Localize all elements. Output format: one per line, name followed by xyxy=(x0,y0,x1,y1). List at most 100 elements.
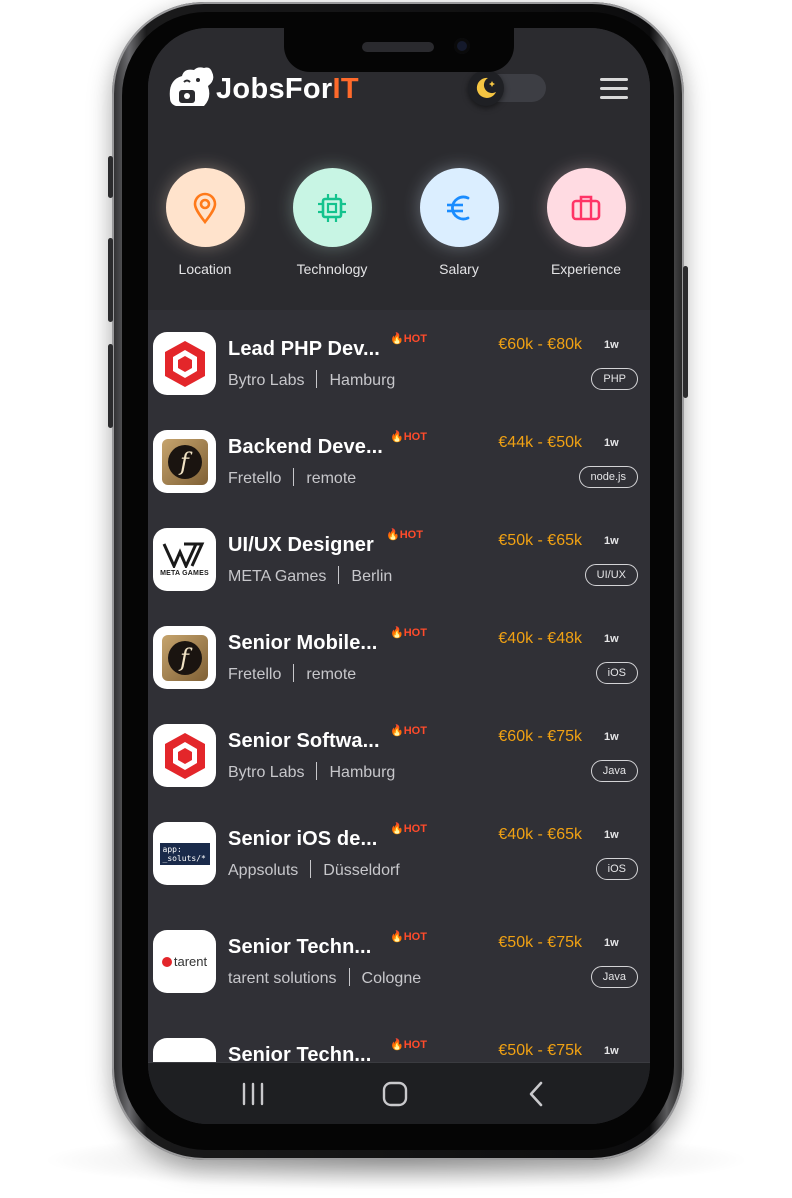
salary-range: €50k - €75k xyxy=(498,1042,582,1059)
hot-badge: 🔥HOT xyxy=(390,431,427,443)
hot-badge: 🔥HOT xyxy=(390,1039,427,1051)
company-logo xyxy=(153,1038,216,1062)
company-logo: f xyxy=(153,430,216,493)
tech-tag[interactable]: iOS xyxy=(595,858,638,880)
tech-tag[interactable]: Java xyxy=(590,966,638,988)
fire-icon: 🔥 xyxy=(386,529,400,541)
salary-range: €44k - €50k xyxy=(498,434,582,451)
job-title: UI/UX Designer xyxy=(228,534,374,556)
meta-separator xyxy=(348,968,350,986)
tech-tag[interactable]: iOS xyxy=(595,662,638,684)
category-experience[interactable]: Experience xyxy=(531,168,641,277)
category-label: Location xyxy=(178,261,232,277)
job-location: Düsseldorf xyxy=(323,862,400,879)
mute-switch xyxy=(108,156,113,198)
job-title: Senior Softwa... xyxy=(228,730,380,752)
fire-icon: 🔥 xyxy=(390,823,404,835)
salary-range: €40k - €48k xyxy=(498,630,582,647)
posted-age: 1w xyxy=(604,535,619,547)
company-logo xyxy=(153,332,216,395)
category-label: Technology xyxy=(296,261,368,277)
location-pin-icon xyxy=(165,168,245,247)
company-logo: META GAMES xyxy=(153,528,216,591)
salary-range: €50k - €75k xyxy=(498,934,582,951)
hot-badge: 🔥HOT xyxy=(390,931,427,943)
posted-age: 1w xyxy=(604,731,619,743)
job-location: remote xyxy=(306,470,357,487)
job-title: Lead PHP Dev... xyxy=(228,338,380,360)
meta-separator xyxy=(293,468,295,486)
job-location: Berlin xyxy=(351,568,393,585)
notch xyxy=(284,28,514,72)
company-logo: tarent xyxy=(153,930,216,993)
volume-down-button xyxy=(108,344,113,428)
hamburger-menu-icon[interactable] xyxy=(600,78,628,100)
appsoluts-wordmark: app: _soluts/* xyxy=(159,842,210,865)
job-meta: META Games Berlin xyxy=(228,566,392,587)
job-meta: Appsoluts Düsseldorf xyxy=(228,860,400,881)
meta-separator xyxy=(338,566,340,584)
job-card[interactable]: f Backend Deve... 🔥HOT €44k - €50k 1w no… xyxy=(148,398,650,496)
category-location[interactable]: Location xyxy=(150,168,260,277)
meta-separator xyxy=(316,762,318,780)
posted-age: 1w xyxy=(604,437,619,449)
system-navigation-bar xyxy=(148,1062,650,1124)
moon-stars-icon xyxy=(476,77,496,98)
company-logo: f xyxy=(153,626,216,689)
company-name: Bytro Labs xyxy=(228,372,305,389)
job-card[interactable]: Senior Techn... 🔥HOT €50k - €75k 1w xyxy=(148,1006,650,1062)
job-card[interactable]: f Senior Mobile... 🔥HOT €40k - €48k 1w i… xyxy=(148,594,650,692)
company-name: Fretello xyxy=(228,470,282,487)
fire-icon: 🔥 xyxy=(390,931,404,943)
briefcase-icon xyxy=(546,168,626,247)
company-name: Fretello xyxy=(228,666,282,683)
screen: JobsForIT Location Technology Salary Exp… xyxy=(148,28,650,1124)
dark-mode-toggle[interactable] xyxy=(468,70,546,106)
job-list[interactable]: Lead PHP Dev... 🔥HOT €60k - €80k 1w PHP … xyxy=(148,310,650,1062)
company-name: tarent solutions xyxy=(228,970,337,987)
salary-range: €40k - €65k xyxy=(498,826,582,843)
tech-tag[interactable]: PHP xyxy=(591,368,638,390)
category-salary[interactable]: Salary xyxy=(404,168,514,277)
job-meta: Fretello remote xyxy=(228,664,356,685)
job-title: Senior Mobile... xyxy=(228,632,378,654)
posted-age: 1w xyxy=(604,1045,619,1057)
salary-range: €60k - €80k xyxy=(498,336,582,353)
category-technology[interactable]: Technology xyxy=(277,168,387,277)
job-title: Senior Techn... xyxy=(228,936,372,958)
job-meta: Bytro Labs Hamburg xyxy=(228,370,395,391)
job-card[interactable]: Lead PHP Dev... 🔥HOT €60k - €80k 1w PHP … xyxy=(148,310,650,398)
meta-games-wordmark: META GAMES xyxy=(160,570,209,577)
fire-icon: 🔥 xyxy=(390,333,404,345)
posted-age: 1w xyxy=(604,937,619,949)
recent-apps-icon[interactable] xyxy=(233,1077,273,1111)
front-camera xyxy=(454,38,470,54)
home-icon[interactable] xyxy=(375,1077,415,1111)
job-card[interactable]: tarent Senior Techn... 🔥HOT €50k - €75k … xyxy=(148,898,650,996)
job-card[interactable]: app: _soluts/* Senior iOS de... 🔥HOT €40… xyxy=(148,790,650,888)
volume-up-button xyxy=(108,238,113,322)
job-card[interactable]: Senior Softwa... 🔥HOT €60k - €75k 1w Jav… xyxy=(148,692,650,790)
fire-icon: 🔥 xyxy=(390,725,404,737)
company-name: META Games xyxy=(228,568,327,585)
tech-tag[interactable]: Java xyxy=(590,760,638,782)
euro-icon xyxy=(419,168,499,247)
company-logo: app: _soluts/* xyxy=(153,822,216,885)
job-card[interactable]: META GAMES UI/UX Designer 🔥HOT €50k - €6… xyxy=(148,496,650,594)
fire-icon: 🔥 xyxy=(390,1039,404,1051)
fire-icon: 🔥 xyxy=(390,431,404,443)
tech-tag[interactable]: node.js xyxy=(578,466,638,488)
job-location: Cologne xyxy=(361,970,422,987)
company-name: Bytro Labs xyxy=(228,764,305,781)
tech-tag[interactable]: UI/UX xyxy=(584,564,638,586)
chip-icon xyxy=(292,168,372,247)
hot-badge: 🔥HOT xyxy=(390,627,427,639)
posted-age: 1w xyxy=(604,829,619,841)
job-location: remote xyxy=(306,666,357,683)
job-meta: Bytro Labs Hamburg xyxy=(228,762,395,783)
job-title: Senior iOS de... xyxy=(228,828,378,850)
company-name: Appsoluts xyxy=(228,862,299,879)
fire-icon: 🔥 xyxy=(390,627,404,639)
posted-age: 1w xyxy=(604,339,619,351)
back-icon[interactable] xyxy=(517,1077,557,1111)
